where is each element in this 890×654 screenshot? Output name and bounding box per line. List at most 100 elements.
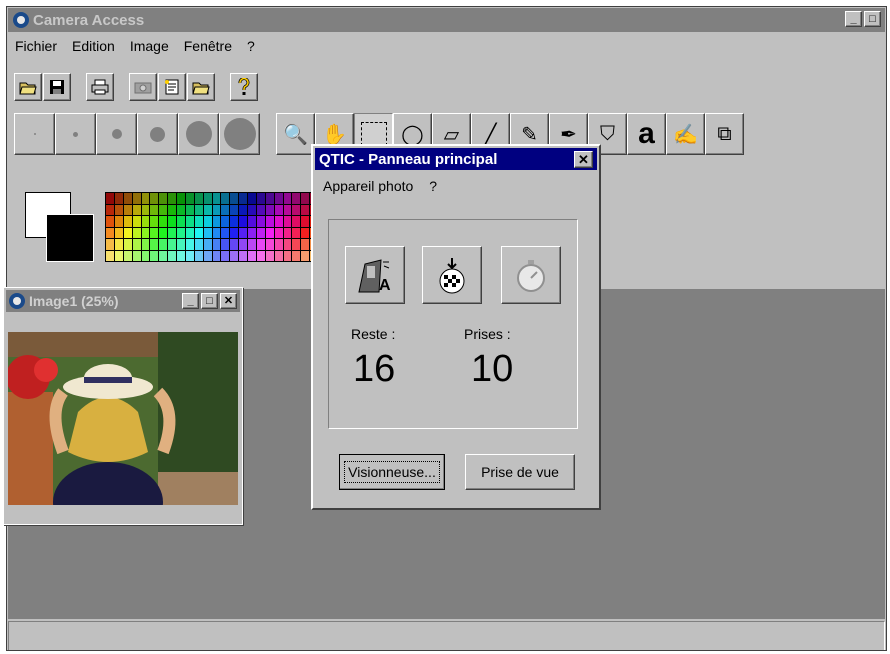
palette-swatch[interactable] xyxy=(239,193,247,204)
palette-swatch[interactable] xyxy=(106,250,114,261)
brush-size-1[interactable] xyxy=(14,113,55,155)
palette-swatch[interactable] xyxy=(168,250,176,261)
palette-swatch[interactable] xyxy=(274,227,283,238)
palette-swatch[interactable] xyxy=(114,204,123,215)
palette-swatch[interactable] xyxy=(248,239,256,250)
palette-swatch[interactable] xyxy=(301,204,310,215)
palette-swatch[interactable] xyxy=(248,216,256,227)
image-close-button[interactable]: ✕ xyxy=(220,293,237,309)
palette-swatch[interactable] xyxy=(150,250,159,261)
palette-swatch[interactable] xyxy=(194,227,203,238)
palette-swatch[interactable] xyxy=(283,216,292,227)
text-icon[interactable]: a xyxy=(627,113,666,155)
palette-swatch[interactable] xyxy=(221,204,230,215)
palette-swatch[interactable] xyxy=(106,193,114,204)
palette-swatch[interactable] xyxy=(203,193,212,204)
palette-swatch[interactable] xyxy=(265,250,274,261)
brush-size-3[interactable] xyxy=(96,113,137,155)
palette-swatch[interactable] xyxy=(212,193,221,204)
palette-swatch[interactable] xyxy=(177,193,185,204)
zoom-icon[interactable]: 🔍 xyxy=(276,113,315,155)
app-titlebar[interactable]: Camera Access _ □ xyxy=(8,8,885,32)
palette-swatch[interactable] xyxy=(265,227,274,238)
acquire-icon[interactable] xyxy=(158,73,186,101)
palette-swatch[interactable] xyxy=(256,250,265,261)
palette-swatch[interactable] xyxy=(203,216,212,227)
palette-swatch[interactable] xyxy=(177,216,185,227)
palette-swatch[interactable] xyxy=(132,216,141,227)
palette-swatch[interactable] xyxy=(114,216,123,227)
palette-swatch[interactable] xyxy=(194,250,203,261)
palette-swatch[interactable] xyxy=(274,250,283,261)
palette-swatch[interactable] xyxy=(283,227,292,238)
menu-help[interactable]: ? xyxy=(247,38,255,54)
palette-swatch[interactable] xyxy=(265,204,274,215)
palette-swatch[interactable] xyxy=(248,193,256,204)
palette-swatch[interactable] xyxy=(123,216,132,227)
palette-swatch[interactable] xyxy=(203,239,212,250)
palette-swatch[interactable] xyxy=(256,239,265,250)
palette-swatch[interactable] xyxy=(114,250,123,261)
palette-swatch[interactable] xyxy=(123,227,132,238)
palette-swatch[interactable] xyxy=(185,227,194,238)
palette-swatch[interactable] xyxy=(274,204,283,215)
palette-swatch[interactable] xyxy=(141,204,150,215)
palette-swatch[interactable] xyxy=(221,227,230,238)
capture-icon[interactable] xyxy=(422,246,482,304)
palette-swatch[interactable] xyxy=(150,216,159,227)
palette-swatch[interactable] xyxy=(194,239,203,250)
open-icon[interactable] xyxy=(187,73,215,101)
palette-swatch[interactable] xyxy=(132,227,141,238)
palette-swatch[interactable] xyxy=(265,193,274,204)
menu-image[interactable]: Image xyxy=(130,38,169,54)
palette-swatch[interactable] xyxy=(177,227,185,238)
palette-swatch[interactable] xyxy=(185,216,194,227)
dialog-close-button[interactable]: ✕ xyxy=(574,151,593,168)
palette-swatch[interactable] xyxy=(292,250,301,261)
palette-swatch[interactable] xyxy=(203,204,212,215)
palette-swatch[interactable] xyxy=(283,239,292,250)
palette-swatch[interactable] xyxy=(185,193,194,204)
palette-swatch[interactable] xyxy=(248,227,256,238)
palette-swatch[interactable] xyxy=(239,204,247,215)
palette-swatch[interactable] xyxy=(123,204,132,215)
palette-swatch[interactable] xyxy=(168,216,176,227)
palette-swatch[interactable] xyxy=(177,204,185,215)
palette-swatch[interactable] xyxy=(283,204,292,215)
maximize-button[interactable]: □ xyxy=(864,11,881,27)
palette-swatch[interactable] xyxy=(239,250,247,261)
palette-swatch[interactable] xyxy=(230,250,239,261)
image-minimize-button[interactable]: _ xyxy=(182,293,199,309)
palette-swatch[interactable] xyxy=(150,204,159,215)
palette-swatch[interactable] xyxy=(212,250,221,261)
palette-swatch[interactable] xyxy=(230,227,239,238)
palette-swatch[interactable] xyxy=(265,239,274,250)
smudge-icon[interactable]: ✍ xyxy=(666,113,705,155)
palette-swatch[interactable] xyxy=(141,250,150,261)
palette-swatch[interactable] xyxy=(159,227,168,238)
dialog-titlebar[interactable]: QTIC - Panneau principal ✕ xyxy=(315,148,597,170)
help-icon[interactable] xyxy=(230,73,258,101)
palette-swatch[interactable] xyxy=(283,193,292,204)
palette-swatch[interactable] xyxy=(194,216,203,227)
palette-swatch[interactable] xyxy=(141,227,150,238)
palette-swatch[interactable] xyxy=(123,193,132,204)
palette-swatch[interactable] xyxy=(114,227,123,238)
palette-swatch[interactable] xyxy=(150,193,159,204)
brush-size-2[interactable] xyxy=(55,113,96,155)
palette-swatch[interactable] xyxy=(301,250,310,261)
palette-swatch[interactable] xyxy=(230,204,239,215)
brush-size-6[interactable] xyxy=(219,113,260,155)
camera-settings-icon[interactable]: A xyxy=(345,246,405,304)
save-icon[interactable] xyxy=(43,73,71,101)
palette-swatch[interactable] xyxy=(292,204,301,215)
palette-swatch[interactable] xyxy=(132,239,141,250)
timer-icon[interactable] xyxy=(501,246,561,304)
palette-swatch[interactable] xyxy=(248,250,256,261)
palette-swatch[interactable] xyxy=(239,227,247,238)
menu-fenetre[interactable]: Fenêtre xyxy=(184,38,232,54)
palette-swatch[interactable] xyxy=(301,239,310,250)
palette-swatch[interactable] xyxy=(212,204,221,215)
viewer-button[interactable]: Visionneuse... xyxy=(339,454,445,490)
dialog-menu-help[interactable]: ? xyxy=(429,178,437,194)
